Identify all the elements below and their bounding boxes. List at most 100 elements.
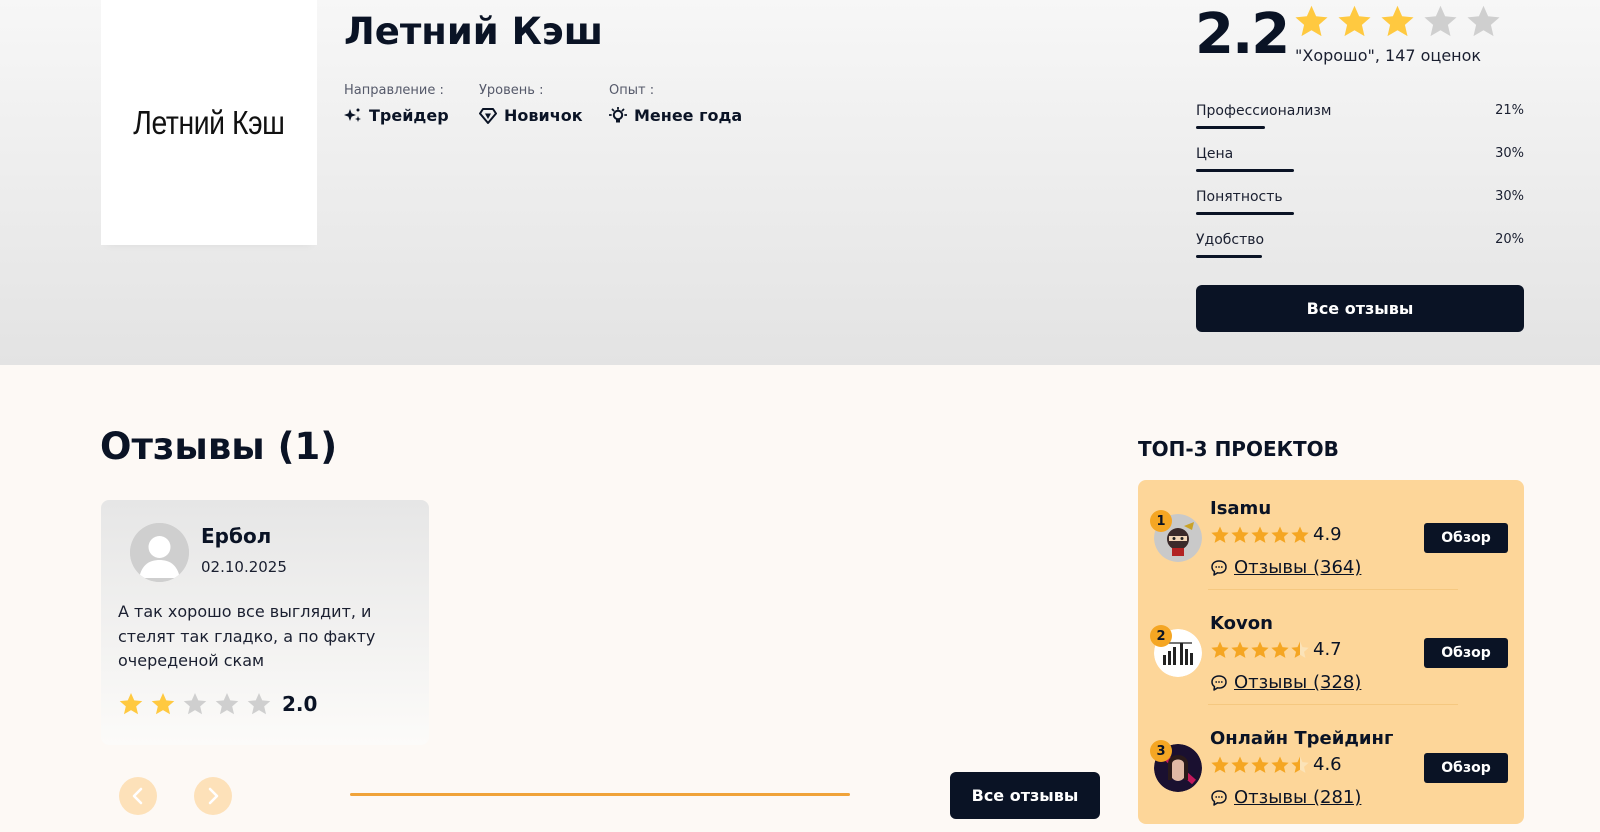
project-reviews-link[interactable]: Отзывы (281) [1234,787,1361,808]
project-logo: Летний Кэш [101,0,317,245]
criterion-bar [1196,169,1294,172]
star-filled-icon [1291,526,1309,543]
project-score: 4.7 [1313,639,1342,660]
comment-icon [1211,674,1227,691]
project-name[interactable]: Онлайн Трейдинг [1210,728,1393,749]
meta-level-value: Новичок [504,106,583,125]
project-reviews-link-row: Отзывы (328) [1210,672,1361,693]
star-filled-icon [1251,526,1269,543]
meta-level: Уровень : Новичок [479,83,583,125]
top-projects-panel: 1 Isamu 4.9 Отзывы (364) Обзор 2 Kovon 4… [1138,480,1524,824]
project-hero: Летний Кэш Летний Кэш Направление : Трей… [0,0,1600,365]
star-filled-icon [151,692,175,715]
star-filled-icon [1381,5,1414,37]
meta-direction-value-row: Трейдер [344,106,449,125]
criterion-professionalism: Профессионализм 21% [1196,103,1524,131]
criterion-label: Цена [1196,146,1234,162]
lightbulb-icon [609,106,627,122]
criterion-percent: 20% [1495,232,1524,247]
star-filled-icon [1231,526,1249,543]
criterion-label: Профессионализм [1196,103,1332,119]
meta-level-value-row: Новичок [479,106,583,125]
user-placeholder-icon [130,523,189,582]
star-empty-icon [215,692,239,715]
criterion-bar [1196,126,1265,129]
meta-direction: Направление : Трейдер [344,83,449,125]
project-reviews-link-row: Отзывы (364) [1210,557,1361,578]
project-reviews-link-row: Отзывы (281) [1210,787,1361,808]
criterion-clarity: Понятность 30% [1196,189,1524,217]
star-filled-icon [1271,641,1289,658]
star-filled-icon [1295,5,1328,37]
criterion-label: Удобство [1196,232,1265,248]
review-stars [118,691,272,717]
reviews-title: Отзывы (1) [100,425,338,468]
diamond-icon [479,107,497,124]
avatar [130,523,189,582]
star-filled-icon [1251,641,1269,658]
star-filled-icon [1211,756,1229,773]
star-half-icon [1291,756,1309,773]
review-button[interactable]: Обзор [1424,638,1508,668]
meta-experience: Опыт : Менее года [609,83,742,125]
all-reviews-button[interactable]: Все отзывы [1196,285,1524,332]
project-reviews-link[interactable]: Отзывы (364) [1234,557,1361,578]
meta-experience-value-row: Менее года [609,106,742,125]
project-reviews-link[interactable]: Отзывы (328) [1234,672,1361,693]
top-project-item: 2 Kovon 4.7 Отзывы (328) Обзор [1138,595,1524,705]
criterion-label: Понятность [1196,189,1283,205]
comment-icon [1211,789,1227,806]
top-projects-title: ТОП-3 ПРОЕКТОВ [1138,437,1339,461]
star-filled-icon [1231,756,1249,773]
overall-rating-score: 2.2 [1195,2,1290,67]
project-title: Летний Кэш [344,10,604,53]
comment-icon [1211,559,1227,576]
star-empty-icon [247,692,271,715]
chevron-left-icon [132,787,143,805]
review-card: Ербол 02.10.2025 А так хорошо все выгляд… [101,500,429,745]
divider [1208,704,1458,705]
project-name[interactable]: Isamu [1210,498,1271,519]
top-project-item: 1 Isamu 4.9 Отзывы (364) Обзор [1138,480,1524,590]
reviewer-name: Ербол [201,524,272,548]
project-stars [1210,755,1310,775]
all-reviews-bottom-button[interactable]: Все отзывы [950,772,1100,819]
project-logo-text: Летний Кэш [133,103,285,141]
slider-progress-bar [350,793,850,796]
overall-rating-summary: "Хорошо", 147 оценок [1295,46,1482,65]
project-score: 4.6 [1313,754,1342,775]
star-filled-icon [1211,641,1229,658]
criterion-convenience: Удобство 20% [1196,232,1524,260]
criterion-bar [1196,255,1262,258]
star-filled-icon [1211,526,1229,543]
review-button[interactable]: Обзор [1424,523,1508,553]
meta-direction-value: Трейдер [369,106,449,125]
star-filled-icon [1338,5,1371,37]
criterion-percent: 30% [1495,189,1524,204]
review-text: А так хорошо все выглядит, и стелят так … [118,602,376,670]
star-filled-icon [1251,756,1269,773]
rank-badge: 2 [1150,625,1172,647]
sparkles-icon [344,108,361,122]
top-project-item: 3 Онлайн Трейдинг 4.6 Отзывы (281) Обзор [1138,710,1524,820]
project-name[interactable]: Kovon [1210,613,1273,634]
star-filled-icon [1271,756,1289,773]
project-score: 4.9 [1313,524,1342,545]
meta-experience-label: Опыт : [609,83,655,98]
star-empty-icon [1467,5,1500,37]
meta-direction-label: Направление : [344,83,444,98]
slider-prev-button[interactable] [119,777,157,815]
slider-next-button[interactable] [194,777,232,815]
star-empty-icon [183,692,207,715]
criterion-percent: 30% [1495,146,1524,161]
project-stars [1210,525,1310,545]
criterion-price: Цена 30% [1196,146,1524,174]
rank-badge: 3 [1150,740,1172,762]
chevron-right-icon [208,787,219,805]
project-stars [1210,640,1310,660]
review-button[interactable]: Обзор [1424,753,1508,783]
star-half-icon [1291,641,1309,658]
star-filled-icon [119,692,143,715]
meta-level-label: Уровень : [479,83,544,98]
criterion-bar [1196,212,1294,215]
